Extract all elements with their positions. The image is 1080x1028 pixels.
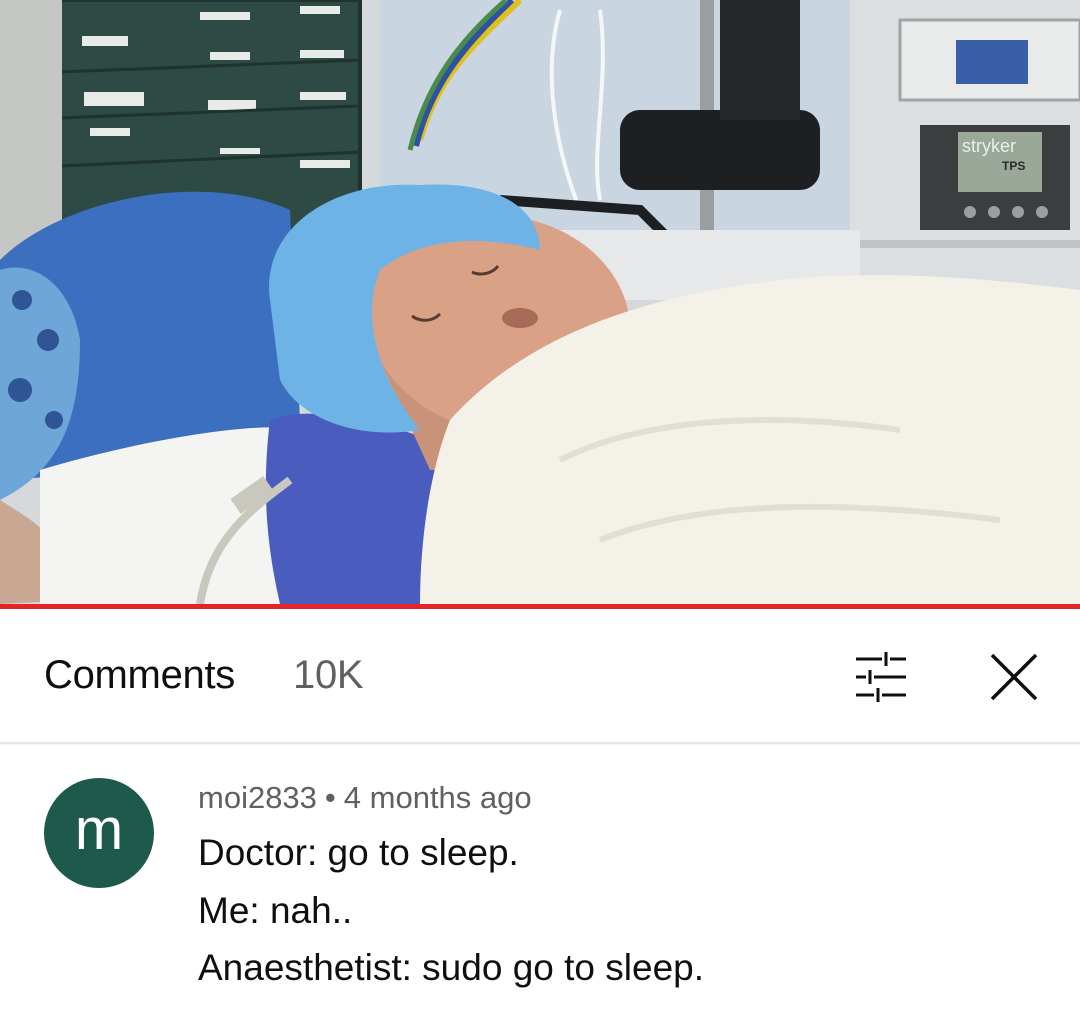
close-icon (990, 653, 1038, 701)
comment-text-line: Doctor: go to sleep. (198, 832, 519, 873)
comments-header: Comments 10K (0, 609, 1080, 742)
comment-time: 4 months ago (343, 780, 532, 815)
comment-text-line: Me: nah.. (198, 890, 353, 931)
avatar[interactable]: m (44, 778, 154, 888)
equipment-model: TPS (1002, 159, 1025, 173)
comment-text-line: Anaesthetist: sudo go to sleep. (198, 947, 705, 988)
sort-filter-button[interactable] (852, 649, 912, 705)
close-button[interactable] (984, 647, 1044, 707)
video-illustration: stryker TPS (0, 0, 1080, 604)
comments-title: Comments (44, 653, 235, 697)
sort-filter-icon (856, 652, 906, 702)
comment-meta: moi2833 • 4 months ago (198, 780, 532, 816)
comments-count: 10K (293, 653, 364, 697)
youtube-comments-screen: stryker TPS Comments 10K m moi2833 • 4 m… (0, 0, 1080, 1028)
video-frame[interactable]: stryker TPS (0, 0, 1080, 604)
equipment-brand: stryker (962, 136, 1016, 156)
meta-separator: • (324, 780, 336, 815)
comment-item: m moi2833 • 4 months ago Doctor: go to sle… (0, 744, 1080, 1028)
comment-author[interactable]: moi2833 (198, 780, 317, 815)
